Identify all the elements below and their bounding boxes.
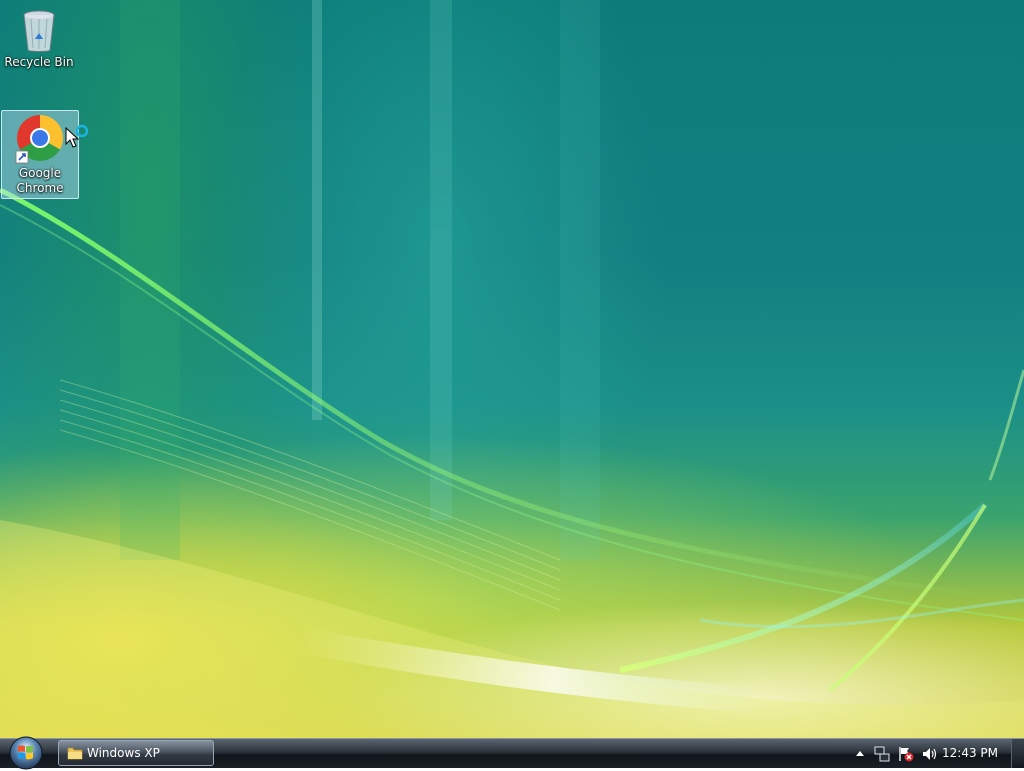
taskbar: Windows XP 12:43 PM (0, 735, 1024, 771)
mouse-cursor-busy-icon (65, 124, 89, 148)
show-desktop-button[interactable] (1011, 739, 1024, 768)
speaker-icon[interactable] (922, 746, 938, 762)
desktop-icon-label: Google Chrome (16, 166, 64, 195)
desktop-icon-label: Recycle Bin (4, 55, 74, 69)
desktop-icon-recycle-bin[interactable]: Recycle Bin (1, 6, 77, 72)
network-icon[interactable] (874, 746, 890, 762)
taskbar-button-label: Windows XP (87, 746, 160, 760)
folder-icon (67, 747, 83, 760)
desktop[interactable]: Recycle Bin Google Chrome (0, 0, 1024, 738)
show-hidden-icons-arrow[interactable] (856, 750, 864, 756)
wallpaper-aurora (0, 0, 1024, 738)
taskbar-button-windows-xp[interactable]: Windows XP (58, 740, 214, 766)
notification-area: 12:43 PM (834, 739, 1024, 768)
taskbar-clock[interactable]: 12:43 PM (942, 739, 998, 768)
chrome-icon (15, 115, 63, 164)
windows-start-orb-icon[interactable] (6, 735, 46, 771)
action-center-flag-icon[interactable] (898, 746, 914, 762)
recycle-bin-icon (23, 10, 55, 52)
